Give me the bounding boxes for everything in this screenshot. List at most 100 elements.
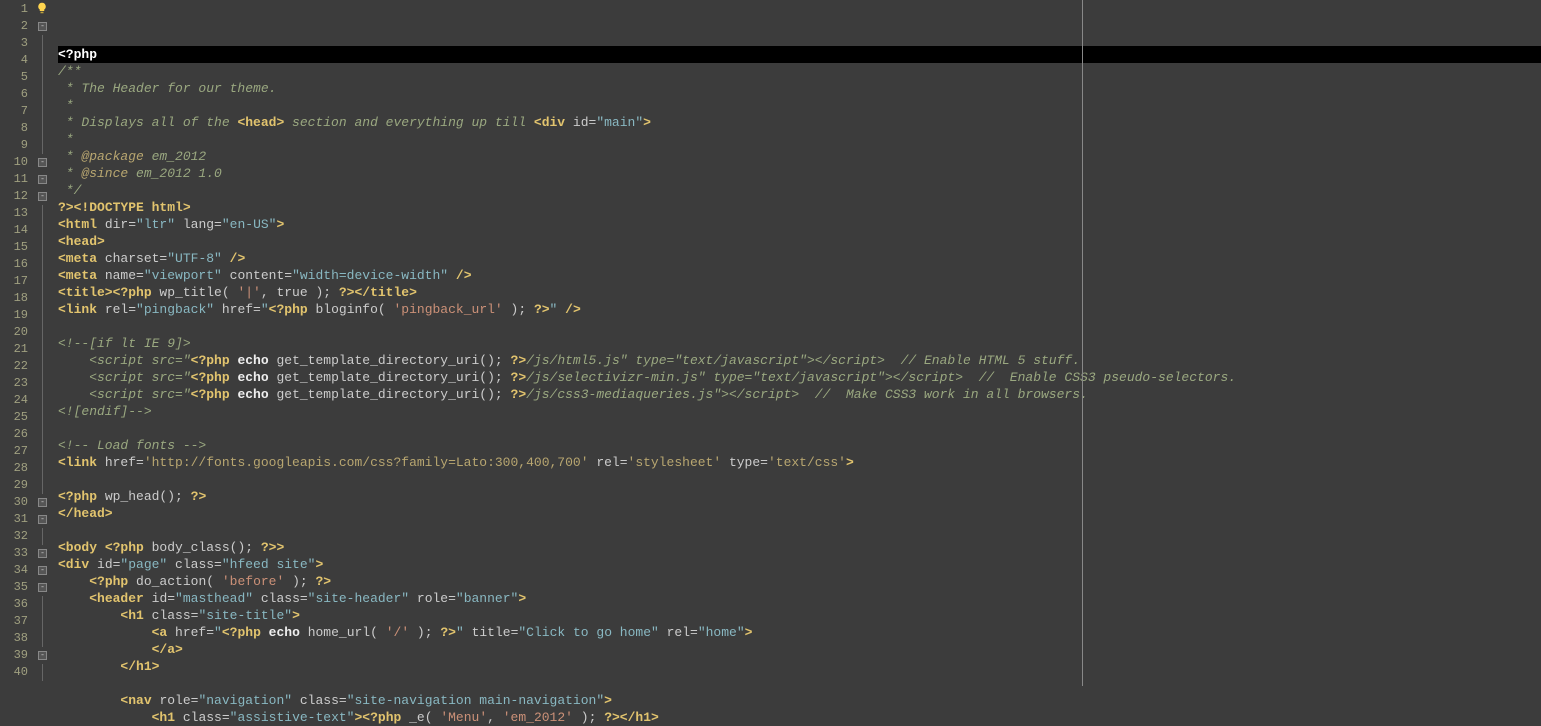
line-number[interactable]: 13	[0, 205, 34, 222]
fold-cell[interactable]: -	[34, 171, 52, 188]
line-number[interactable]: 5	[0, 69, 34, 86]
fold-cell[interactable]	[34, 477, 52, 494]
code-line[interactable]: <?php	[58, 46, 1541, 63]
line-number[interactable]: 10	[0, 154, 34, 171]
code-line[interactable]: <a href="<?php echo home_url( '/' ); ?>"…	[58, 624, 1541, 641]
line-number[interactable]: 16	[0, 256, 34, 273]
line-number[interactable]: 29	[0, 477, 34, 494]
fold-cell[interactable]	[34, 358, 52, 375]
line-number[interactable]: 12	[0, 188, 34, 205]
line-number[interactable]: 20	[0, 324, 34, 341]
code-line[interactable]: <nav role="navigation" class="site-navig…	[58, 692, 1541, 709]
fold-cell[interactable]	[34, 341, 52, 358]
fold-cell[interactable]	[34, 290, 52, 307]
code-line[interactable]: * The Header for our theme.	[58, 80, 1541, 97]
code-line[interactable]: <script src="<?php echo get_template_dir…	[58, 352, 1541, 369]
fold-cell[interactable]	[34, 460, 52, 477]
fold-cell[interactable]: -	[34, 154, 52, 171]
fold-column[interactable]: - - - - - - - - - -	[34, 0, 52, 686]
fold-toggle-icon[interactable]: -	[38, 651, 47, 660]
line-number-gutter[interactable]: 1234567891011121314151617181920212223242…	[0, 0, 34, 686]
line-number[interactable]: 15	[0, 239, 34, 256]
line-number[interactable]: 11	[0, 171, 34, 188]
fold-toggle-icon[interactable]: -	[38, 158, 47, 167]
fold-cell[interactable]	[34, 307, 52, 324]
code-line[interactable]: </head>	[58, 505, 1541, 522]
line-number[interactable]: 17	[0, 273, 34, 290]
line-number[interactable]: 39	[0, 647, 34, 664]
line-number[interactable]: 28	[0, 460, 34, 477]
code-line[interactable]: <![endif]-->	[58, 403, 1541, 420]
code-line[interactable]: <html dir="ltr" lang="en-US">	[58, 216, 1541, 233]
fold-cell[interactable]	[34, 103, 52, 120]
code-line[interactable]: <title><?php wp_title( '|', true ); ?></…	[58, 284, 1541, 301]
fold-cell[interactable]: -	[34, 545, 52, 562]
line-number[interactable]: 7	[0, 103, 34, 120]
lightbulb-icon[interactable]	[36, 2, 48, 14]
line-number[interactable]: 1	[0, 1, 34, 18]
line-number[interactable]: 19	[0, 307, 34, 324]
fold-cell[interactable]: -	[34, 562, 52, 579]
line-number[interactable]: 37	[0, 613, 34, 630]
line-number[interactable]: 26	[0, 426, 34, 443]
code-line[interactable]	[58, 318, 1541, 335]
code-line[interactable]: *	[58, 97, 1541, 114]
code-line[interactable]: <script src="<?php echo get_template_dir…	[58, 386, 1541, 403]
fold-cell[interactable]	[34, 205, 52, 222]
code-line[interactable]: <meta charset="UTF-8" />	[58, 250, 1541, 267]
line-number[interactable]: 23	[0, 375, 34, 392]
code-line[interactable]: ?><!DOCTYPE html>	[58, 199, 1541, 216]
line-number[interactable]: 2	[0, 18, 34, 35]
code-line[interactable]: <!-- Load fonts -->	[58, 437, 1541, 454]
line-number[interactable]: 36	[0, 596, 34, 613]
code-line[interactable]: <head>	[58, 233, 1541, 250]
code-line[interactable]	[58, 522, 1541, 539]
line-number[interactable]: 31	[0, 511, 34, 528]
fold-toggle-icon[interactable]: -	[38, 583, 47, 592]
fold-cell[interactable]: -	[34, 511, 52, 528]
fold-cell[interactable]	[34, 443, 52, 460]
code-line[interactable]: <script src="<?php echo get_template_dir…	[58, 369, 1541, 386]
code-line[interactable]: * @since em_2012 1.0	[58, 165, 1541, 182]
code-line[interactable]: <!--[if lt IE 9]>	[58, 335, 1541, 352]
code-line[interactable]: <link rel="pingback" href="<?php bloginf…	[58, 301, 1541, 318]
fold-toggle-icon[interactable]: -	[38, 175, 47, 184]
fold-cell[interactable]	[34, 324, 52, 341]
fold-cell[interactable]	[34, 137, 52, 154]
line-number[interactable]: 33	[0, 545, 34, 562]
fold-toggle-icon[interactable]: -	[38, 566, 47, 575]
fold-toggle-icon[interactable]: -	[38, 498, 47, 507]
code-editor[interactable]: 1234567891011121314151617181920212223242…	[0, 0, 1541, 686]
line-number[interactable]: 3	[0, 35, 34, 52]
code-line[interactable]: </a>	[58, 641, 1541, 658]
code-line[interactable]	[58, 420, 1541, 437]
fold-cell[interactable]	[34, 222, 52, 239]
line-number[interactable]: 6	[0, 86, 34, 103]
line-number[interactable]: 30	[0, 494, 34, 511]
line-number[interactable]: 9	[0, 137, 34, 154]
fold-cell[interactable]	[34, 664, 52, 681]
fold-cell[interactable]	[34, 630, 52, 647]
code-line[interactable]: * @package em_2012	[58, 148, 1541, 165]
code-line[interactable]: * Displays all of the <head> section and…	[58, 114, 1541, 131]
code-line[interactable]: <link href='http://fonts.googleapis.com/…	[58, 454, 1541, 471]
line-number[interactable]: 27	[0, 443, 34, 460]
line-number[interactable]: 18	[0, 290, 34, 307]
code-line[interactable]: <meta name="viewport" content="width=dev…	[58, 267, 1541, 284]
fold-cell[interactable]	[34, 392, 52, 409]
code-line[interactable]: *	[58, 131, 1541, 148]
fold-cell[interactable]	[34, 409, 52, 426]
code-line[interactable]: <h1 class="assistive-text"><?php _e( 'Me…	[58, 709, 1541, 726]
code-line[interactable]	[58, 471, 1541, 488]
fold-cell[interactable]	[34, 35, 52, 52]
fold-cell[interactable]	[34, 273, 52, 290]
fold-toggle-icon[interactable]: -	[38, 22, 47, 31]
line-number[interactable]: 25	[0, 409, 34, 426]
fold-cell[interactable]	[34, 596, 52, 613]
code-area[interactable]: <?php/** * The Header for our theme. * *…	[52, 0, 1541, 686]
fold-cell[interactable]	[34, 528, 52, 545]
line-number[interactable]: 8	[0, 120, 34, 137]
fold-cell[interactable]: -	[34, 188, 52, 205]
fold-cell[interactable]	[34, 120, 52, 137]
line-number[interactable]: 21	[0, 341, 34, 358]
